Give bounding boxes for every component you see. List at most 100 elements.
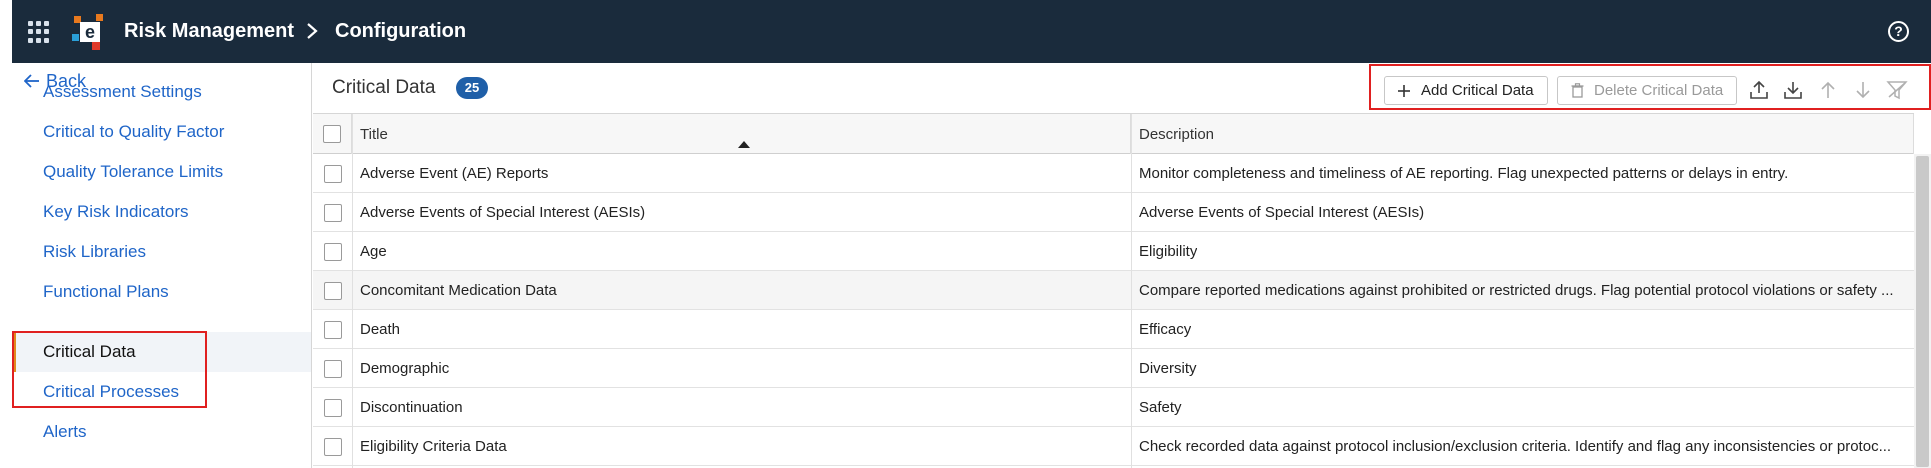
row-select-cell — [313, 271, 352, 310]
title-text: Adverse Event (AE) Reports — [360, 165, 549, 182]
column-description-label: Description — [1139, 125, 1215, 143]
sidebar-item-label: Critical to Quality Factor — [43, 122, 225, 141]
description-cell: Check recorded data against protocol inc… — [1139, 427, 1909, 466]
description-text: Diversity — [1139, 360, 1197, 377]
table-row[interactable]: Eligibility Criteria Data Check recorded… — [313, 427, 1914, 466]
sidebar-item-risk-libraries[interactable]: Risk Libraries — [12, 232, 311, 272]
trash-icon — [1571, 83, 1584, 98]
description-cell: Compare reported medications against pro… — [1139, 271, 1909, 310]
table-row[interactable]: Concomitant Medication Data Compare repo… — [313, 271, 1914, 310]
sidebar-item-label: Critical Processes — [43, 382, 180, 401]
delete-critical-data-button[interactable]: Delete Critical Data — [1557, 76, 1737, 105]
title-cell: Eligibility Criteria Data — [360, 427, 1123, 466]
sidebar-item-quality-tolerance-limits[interactable]: Quality Tolerance Limits — [12, 152, 311, 192]
column-divider — [1131, 114, 1132, 468]
description-cell: Safety — [1139, 388, 1909, 427]
toolbar: Add Critical Data Delete Critical Data — [1371, 67, 1931, 113]
row-select-cell — [313, 232, 352, 271]
title-text: Discontinuation — [360, 399, 463, 416]
move-up-icon[interactable] — [1816, 78, 1840, 102]
title-text: Adverse Events of Special Interest (AESI… — [360, 204, 646, 221]
row-select-cell — [313, 427, 352, 466]
row-checkbox[interactable] — [323, 320, 342, 339]
table-row[interactable]: Demographic Diversity — [313, 349, 1914, 388]
title-text: Age — [360, 243, 387, 260]
table-row[interactable]: Death Efficacy — [313, 310, 1914, 349]
page: e Risk Management Configuration ? Back A… — [0, 0, 1931, 468]
title-cell: Adverse Event (AE) Reports — [360, 154, 1123, 193]
filter-clear-icon[interactable] — [1885, 78, 1909, 102]
row-checkbox[interactable] — [323, 164, 342, 183]
row-checkbox[interactable] — [323, 398, 342, 417]
table-header: Title Description — [313, 114, 1914, 154]
title-text: Death — [360, 321, 401, 338]
title-cell: Age — [360, 232, 1123, 271]
sidebar-item-label: Critical Data — [43, 342, 136, 361]
help-icon[interactable]: ? — [1888, 21, 1909, 42]
column-header-description[interactable]: Description — [1131, 114, 1914, 154]
sidebar-item-label: Functional Plans — [43, 282, 169, 301]
description-cell: Efficacy — [1139, 310, 1909, 349]
sidebar-item-alerts[interactable]: Alerts — [12, 412, 311, 452]
column-title-label: Title — [360, 125, 388, 143]
title-cell: Adverse Events of Special Interest (AESI… — [360, 193, 1123, 232]
column-header-title[interactable]: Title — [352, 114, 1131, 154]
table-row[interactable]: Adverse Events of Special Interest (AESI… — [313, 193, 1914, 232]
select-all-cell — [313, 114, 352, 154]
row-select-cell — [313, 349, 352, 388]
row-checkbox[interactable] — [323, 203, 342, 222]
title-cell: Death — [360, 310, 1123, 349]
row-select-cell — [313, 310, 352, 349]
sidebar-item-functional-plans[interactable]: Functional Plans — [12, 272, 311, 312]
sidebar-item-assessment-settings[interactable]: Assessment Settings — [12, 72, 311, 112]
table-scrollbar[interactable] — [1914, 154, 1931, 468]
top-bar: e Risk Management Configuration ? — [12, 0, 1931, 63]
select-all-checkbox[interactable] — [323, 125, 341, 143]
description-text: Compare reported medications against pro… — [1139, 282, 1894, 299]
sidebar-item-key-risk-indicators[interactable]: Key Risk Indicators — [12, 192, 311, 232]
sidebar-item-label: Assessment Settings — [43, 82, 202, 101]
title-cell: Concomitant Medication Data — [360, 271, 1123, 310]
sidebar-item-critical-processes[interactable]: Critical Processes — [12, 372, 311, 412]
description-cell: Eligibility — [1139, 232, 1909, 271]
table-row[interactable]: Adverse Event (AE) Reports Monitor compl… — [313, 154, 1914, 193]
move-down-icon[interactable] — [1851, 78, 1875, 102]
title-text: Demographic — [360, 360, 450, 377]
sort-ascending-icon — [738, 141, 750, 148]
description-text: Safety — [1139, 399, 1182, 416]
row-checkbox[interactable] — [323, 437, 342, 456]
download-icon[interactable] — [1781, 78, 1805, 102]
row-checkbox[interactable] — [323, 359, 342, 378]
description-cell: Diversity — [1139, 349, 1909, 388]
app-title[interactable]: Risk Management — [124, 20, 294, 43]
count-badge: 25 — [456, 77, 488, 99]
row-select-cell — [313, 193, 352, 232]
page-title: Critical Data — [332, 77, 436, 98]
add-critical-data-button[interactable]: Add Critical Data — [1384, 76, 1548, 105]
description-cell: Monitor completeness and timeliness of A… — [1139, 154, 1909, 193]
brand-logo: e — [72, 14, 103, 50]
title-cell: Demographic — [360, 349, 1123, 388]
table-row[interactable]: Discontinuation Safety — [313, 388, 1914, 427]
sidebar: Back Assessment Settings Critical to Qua… — [12, 63, 312, 468]
chevron-right-icon — [307, 23, 318, 39]
app-launcher-icon[interactable] — [28, 21, 50, 43]
description-text: Efficacy — [1139, 321, 1192, 338]
row-select-cell — [313, 388, 352, 427]
row-checkbox[interactable] — [323, 281, 342, 300]
sidebar-item-critical-to-quality-factor[interactable]: Critical to Quality Factor — [12, 112, 311, 152]
scrollbar-thumb[interactable] — [1916, 156, 1929, 467]
description-text: Eligibility — [1139, 243, 1198, 260]
description-text: Adverse Events of Special Interest (AESI… — [1139, 204, 1425, 221]
plus-icon — [1398, 84, 1410, 97]
description-text: Monitor completeness and timeliness of A… — [1139, 165, 1789, 182]
sidebar-item-critical-data[interactable]: Critical Data — [12, 332, 311, 372]
row-checkbox[interactable] — [323, 242, 342, 261]
title-cell: Discontinuation — [360, 388, 1123, 427]
svg-text:e: e — [85, 22, 95, 42]
upload-icon[interactable] — [1747, 78, 1771, 102]
title-text: Concomitant Medication Data — [360, 282, 557, 299]
add-button-label: Add Critical Data — [1421, 82, 1534, 99]
sidebar-item-label: Alerts — [43, 422, 87, 441]
table-row[interactable]: Age Eligibility — [313, 232, 1914, 271]
